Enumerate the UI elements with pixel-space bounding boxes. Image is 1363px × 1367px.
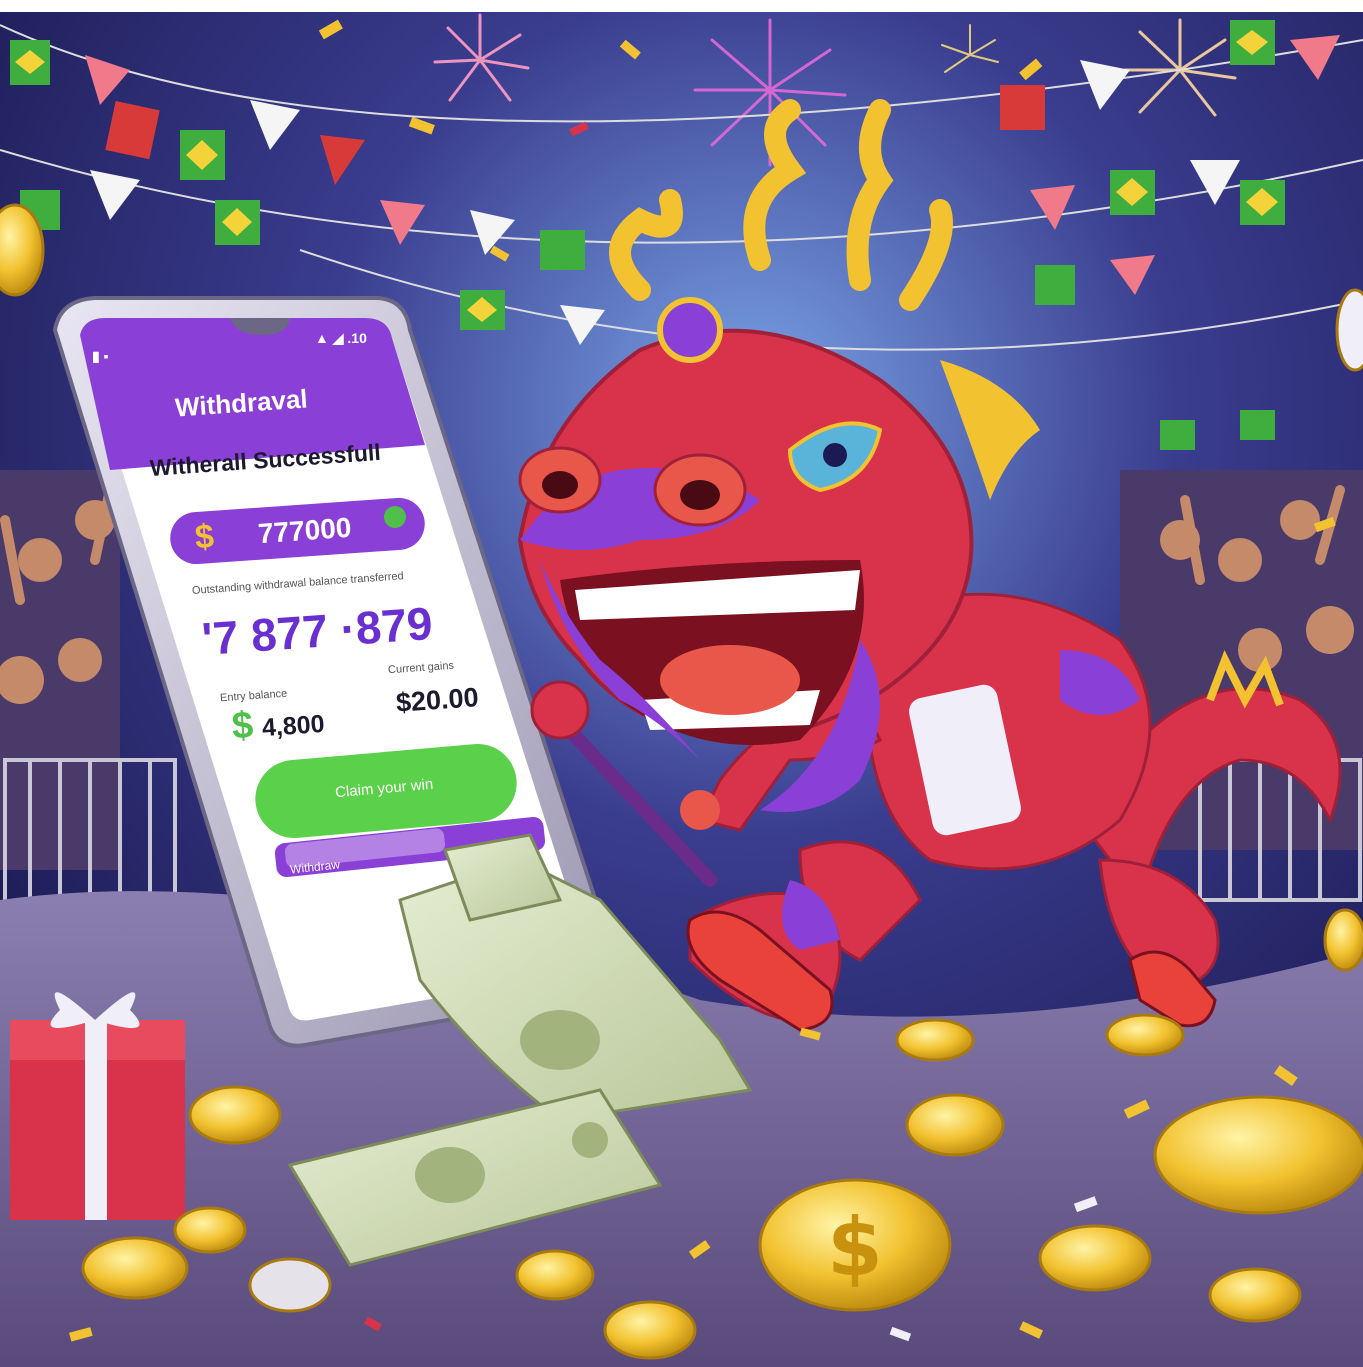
left-currency-icon: $ bbox=[230, 704, 255, 748]
illustration-scene: $ ▮ ▪ ▲ ◢ .10 Withdraval Witherall Succe… bbox=[0, 0, 1363, 1367]
amount-currency-icon: $ bbox=[193, 517, 216, 557]
right-value: $20.00 bbox=[395, 682, 480, 718]
status-bar-left: ▮ ▪ bbox=[92, 348, 109, 364]
left-value: 4,800 bbox=[261, 709, 326, 743]
top-band bbox=[0, 0, 1363, 12]
status-bar-right: ▲ ◢ .10 bbox=[315, 330, 367, 346]
scene-artwork: $ bbox=[0, 0, 1363, 1367]
gift-box bbox=[10, 992, 185, 1220]
svg-text:$: $ bbox=[827, 1201, 883, 1294]
amount-value: 777000 bbox=[256, 511, 353, 550]
